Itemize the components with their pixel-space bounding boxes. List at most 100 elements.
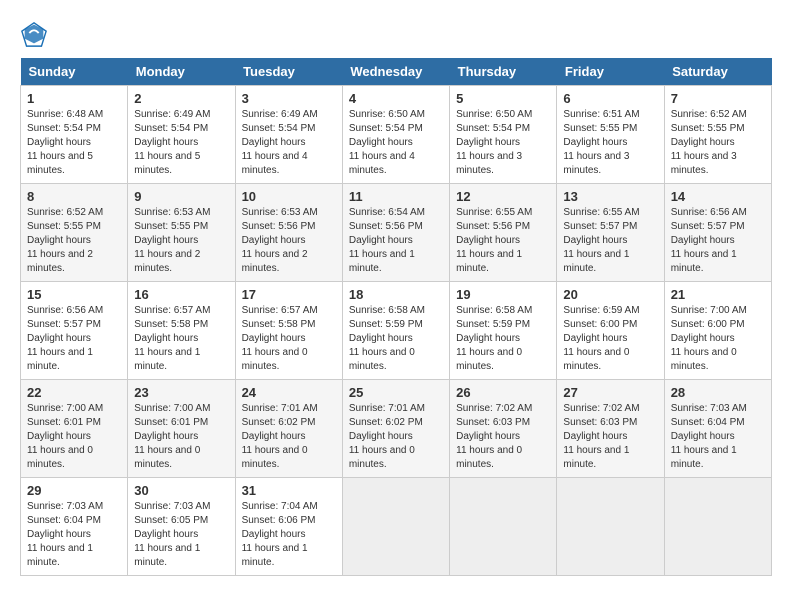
- day-info: Sunrise: 6:55 AM Sunset: 5:57 PM Dayligh…: [563, 206, 657, 276]
- day-info: Sunrise: 7:02 AM Sunset: 6:03 PM Dayligh…: [456, 402, 550, 472]
- day-info: Sunrise: 7:04 AM Sunset: 6:06 PM Dayligh…: [242, 500, 336, 570]
- calendar-cell: [557, 478, 664, 576]
- column-header-saturday: Saturday: [664, 58, 771, 86]
- day-number: 15: [27, 287, 121, 302]
- day-number: 27: [563, 385, 657, 400]
- day-number: 25: [349, 385, 443, 400]
- day-number: 4: [349, 91, 443, 106]
- calendar-cell: [450, 478, 557, 576]
- calendar-cell: 2 Sunrise: 6:49 AM Sunset: 5:54 PM Dayli…: [128, 86, 235, 184]
- calendar-week-4: 22 Sunrise: 7:00 AM Sunset: 6:01 PM Dayl…: [21, 380, 772, 478]
- calendar-cell: 23 Sunrise: 7:00 AM Sunset: 6:01 PM Dayl…: [128, 380, 235, 478]
- day-number: 19: [456, 287, 550, 302]
- calendar-cell: 12 Sunrise: 6:55 AM Sunset: 5:56 PM Dayl…: [450, 184, 557, 282]
- day-number: 8: [27, 189, 121, 204]
- calendar-cell: [342, 478, 449, 576]
- day-number: 18: [349, 287, 443, 302]
- day-info: Sunrise: 7:00 AM Sunset: 6:01 PM Dayligh…: [134, 402, 228, 472]
- calendar-cell: 5 Sunrise: 6:50 AM Sunset: 5:54 PM Dayli…: [450, 86, 557, 184]
- day-number: 26: [456, 385, 550, 400]
- calendar-cell: 21 Sunrise: 7:00 AM Sunset: 6:00 PM Dayl…: [664, 282, 771, 380]
- day-number: 5: [456, 91, 550, 106]
- calendar-cell: 24 Sunrise: 7:01 AM Sunset: 6:02 PM Dayl…: [235, 380, 342, 478]
- day-info: Sunrise: 6:49 AM Sunset: 5:54 PM Dayligh…: [134, 108, 228, 178]
- column-header-monday: Monday: [128, 58, 235, 86]
- day-info: Sunrise: 6:57 AM Sunset: 5:58 PM Dayligh…: [134, 304, 228, 374]
- calendar-cell: 31 Sunrise: 7:04 AM Sunset: 6:06 PM Dayl…: [235, 478, 342, 576]
- calendar-week-2: 8 Sunrise: 6:52 AM Sunset: 5:55 PM Dayli…: [21, 184, 772, 282]
- calendar-table: SundayMondayTuesdayWednesdayThursdayFrid…: [20, 58, 772, 576]
- day-number: 13: [563, 189, 657, 204]
- calendar-cell: 14 Sunrise: 6:56 AM Sunset: 5:57 PM Dayl…: [664, 184, 771, 282]
- day-info: Sunrise: 6:56 AM Sunset: 5:57 PM Dayligh…: [27, 304, 121, 374]
- day-number: 22: [27, 385, 121, 400]
- calendar-cell: 4 Sunrise: 6:50 AM Sunset: 5:54 PM Dayli…: [342, 86, 449, 184]
- calendar-cell: 16 Sunrise: 6:57 AM Sunset: 5:58 PM Dayl…: [128, 282, 235, 380]
- day-number: 2: [134, 91, 228, 106]
- day-info: Sunrise: 7:01 AM Sunset: 6:02 PM Dayligh…: [242, 402, 336, 472]
- column-header-sunday: Sunday: [21, 58, 128, 86]
- day-info: Sunrise: 6:52 AM Sunset: 5:55 PM Dayligh…: [671, 108, 765, 178]
- calendar-week-1: 1 Sunrise: 6:48 AM Sunset: 5:54 PM Dayli…: [21, 86, 772, 184]
- column-header-friday: Friday: [557, 58, 664, 86]
- calendar-cell: 8 Sunrise: 6:52 AM Sunset: 5:55 PM Dayli…: [21, 184, 128, 282]
- calendar-week-3: 15 Sunrise: 6:56 AM Sunset: 5:57 PM Dayl…: [21, 282, 772, 380]
- day-info: Sunrise: 7:03 AM Sunset: 6:05 PM Dayligh…: [134, 500, 228, 570]
- day-info: Sunrise: 7:00 AM Sunset: 6:01 PM Dayligh…: [27, 402, 121, 472]
- day-number: 29: [27, 483, 121, 498]
- day-number: 11: [349, 189, 443, 204]
- day-info: Sunrise: 7:00 AM Sunset: 6:00 PM Dayligh…: [671, 304, 765, 374]
- calendar-cell: 15 Sunrise: 6:56 AM Sunset: 5:57 PM Dayl…: [21, 282, 128, 380]
- page-header: [20, 20, 772, 48]
- day-info: Sunrise: 6:52 AM Sunset: 5:55 PM Dayligh…: [27, 206, 121, 276]
- calendar-cell: 9 Sunrise: 6:53 AM Sunset: 5:55 PM Dayli…: [128, 184, 235, 282]
- logo: [20, 20, 52, 48]
- calendar-cell: 30 Sunrise: 7:03 AM Sunset: 6:05 PM Dayl…: [128, 478, 235, 576]
- day-info: Sunrise: 6:53 AM Sunset: 5:55 PM Dayligh…: [134, 206, 228, 276]
- calendar-cell: 22 Sunrise: 7:00 AM Sunset: 6:01 PM Dayl…: [21, 380, 128, 478]
- day-info: Sunrise: 7:01 AM Sunset: 6:02 PM Dayligh…: [349, 402, 443, 472]
- day-number: 6: [563, 91, 657, 106]
- day-number: 30: [134, 483, 228, 498]
- day-number: 14: [671, 189, 765, 204]
- calendar-cell: 1 Sunrise: 6:48 AM Sunset: 5:54 PM Dayli…: [21, 86, 128, 184]
- day-info: Sunrise: 6:58 AM Sunset: 5:59 PM Dayligh…: [456, 304, 550, 374]
- day-info: Sunrise: 6:55 AM Sunset: 5:56 PM Dayligh…: [456, 206, 550, 276]
- day-number: 23: [134, 385, 228, 400]
- day-info: Sunrise: 6:51 AM Sunset: 5:55 PM Dayligh…: [563, 108, 657, 178]
- day-info: Sunrise: 6:56 AM Sunset: 5:57 PM Dayligh…: [671, 206, 765, 276]
- day-info: Sunrise: 6:59 AM Sunset: 6:00 PM Dayligh…: [563, 304, 657, 374]
- calendar-cell: [664, 478, 771, 576]
- day-number: 9: [134, 189, 228, 204]
- column-header-tuesday: Tuesday: [235, 58, 342, 86]
- calendar-cell: 19 Sunrise: 6:58 AM Sunset: 5:59 PM Dayl…: [450, 282, 557, 380]
- day-number: 31: [242, 483, 336, 498]
- calendar-cell: 3 Sunrise: 6:49 AM Sunset: 5:54 PM Dayli…: [235, 86, 342, 184]
- day-info: Sunrise: 6:50 AM Sunset: 5:54 PM Dayligh…: [456, 108, 550, 178]
- day-number: 10: [242, 189, 336, 204]
- day-number: 24: [242, 385, 336, 400]
- calendar-cell: 29 Sunrise: 7:03 AM Sunset: 6:04 PM Dayl…: [21, 478, 128, 576]
- day-number: 1: [27, 91, 121, 106]
- day-number: 3: [242, 91, 336, 106]
- day-info: Sunrise: 6:53 AM Sunset: 5:56 PM Dayligh…: [242, 206, 336, 276]
- calendar-cell: 17 Sunrise: 6:57 AM Sunset: 5:58 PM Dayl…: [235, 282, 342, 380]
- calendar-cell: 25 Sunrise: 7:01 AM Sunset: 6:02 PM Dayl…: [342, 380, 449, 478]
- day-info: Sunrise: 6:58 AM Sunset: 5:59 PM Dayligh…: [349, 304, 443, 374]
- logo-icon: [20, 20, 48, 48]
- day-info: Sunrise: 6:57 AM Sunset: 5:58 PM Dayligh…: [242, 304, 336, 374]
- calendar-cell: 13 Sunrise: 6:55 AM Sunset: 5:57 PM Dayl…: [557, 184, 664, 282]
- calendar-cell: 20 Sunrise: 6:59 AM Sunset: 6:00 PM Dayl…: [557, 282, 664, 380]
- day-info: Sunrise: 6:48 AM Sunset: 5:54 PM Dayligh…: [27, 108, 121, 178]
- day-number: 17: [242, 287, 336, 302]
- day-info: Sunrise: 7:03 AM Sunset: 6:04 PM Dayligh…: [671, 402, 765, 472]
- calendar-cell: 27 Sunrise: 7:02 AM Sunset: 6:03 PM Dayl…: [557, 380, 664, 478]
- calendar-cell: 26 Sunrise: 7:02 AM Sunset: 6:03 PM Dayl…: [450, 380, 557, 478]
- day-info: Sunrise: 6:50 AM Sunset: 5:54 PM Dayligh…: [349, 108, 443, 178]
- day-info: Sunrise: 7:02 AM Sunset: 6:03 PM Dayligh…: [563, 402, 657, 472]
- day-number: 16: [134, 287, 228, 302]
- calendar-cell: 6 Sunrise: 6:51 AM Sunset: 5:55 PM Dayli…: [557, 86, 664, 184]
- day-number: 21: [671, 287, 765, 302]
- column-header-thursday: Thursday: [450, 58, 557, 86]
- day-number: 28: [671, 385, 765, 400]
